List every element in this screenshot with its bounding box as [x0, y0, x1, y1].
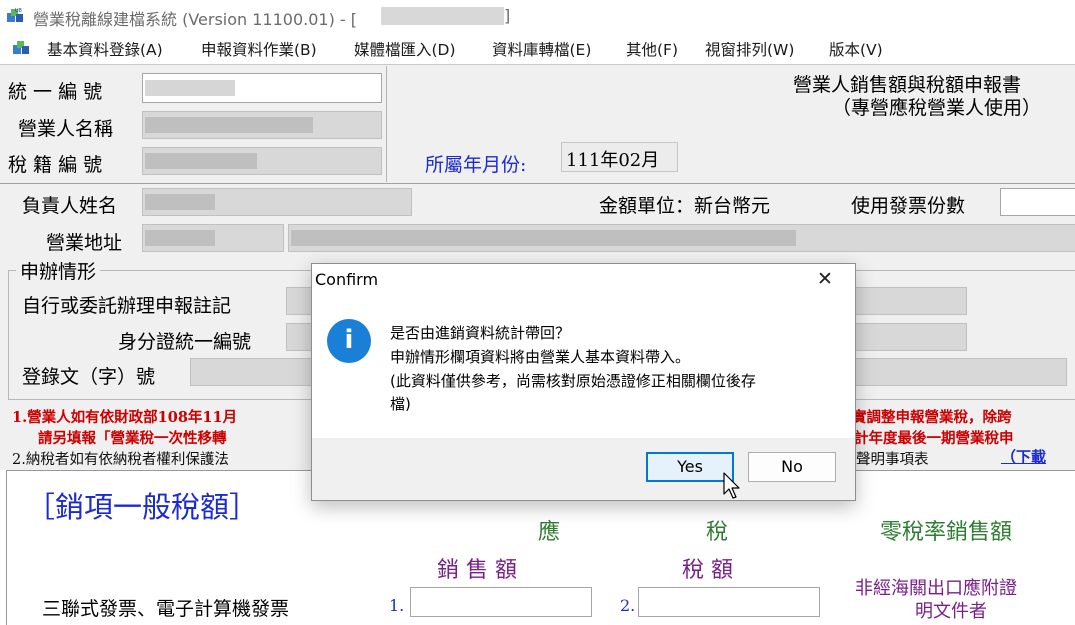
section-title: ［銷項一般稅額］	[26, 490, 259, 524]
menu-other[interactable]: 其他(F)	[626, 38, 678, 60]
redacted-business-name	[145, 117, 313, 133]
zero-rate-note-2: 明文件者	[915, 601, 987, 622]
note1b-right: 計年度最後一期營業稅申	[854, 430, 1014, 447]
tax-reg-no-label: 稅 籍 編 號	[8, 154, 103, 176]
invoice-count-label: 使用發票份數	[851, 195, 966, 217]
tax-amount-field-2[interactable]	[638, 587, 820, 617]
note2-right: 聲明事項表	[856, 452, 929, 468]
tax-id-field[interactable]	[142, 73, 382, 103]
title-bar: U8 營業稅離線建檔系統 (Version 11100.01) - [ ]	[0, 0, 1075, 33]
menu-window-arrange[interactable]: 視窗排列(W)	[705, 38, 794, 60]
confirm-dialog: Confirm ✕ i 是否由進銷資料統計帶回？ 申辦情形欄項資料將由營業人基本…	[311, 263, 856, 501]
tax-reg-no-field[interactable]	[142, 147, 382, 175]
address-zip-field[interactable]	[142, 224, 284, 252]
dialog-title: Confirm	[315, 270, 379, 289]
owner-field[interactable]	[142, 188, 412, 216]
column-zero-rate: 零稅率銷售額	[880, 520, 1013, 545]
period-value: 111年02月	[566, 150, 660, 171]
row-no-2: 2.	[620, 596, 636, 615]
redacted-address	[291, 230, 796, 246]
mouse-cursor-icon	[723, 472, 740, 499]
business-name-label: 營業人名稱	[18, 118, 114, 140]
menu-version[interactable]: 版本(V)	[829, 38, 883, 60]
column-taxable-2: 稅	[706, 520, 729, 545]
svg-text:U8: U8	[15, 8, 22, 14]
redacted-tax-reg-no	[145, 153, 257, 169]
period-field: 111年02月	[561, 142, 678, 172]
redacted-tax-id	[145, 80, 235, 96]
mdi-child-icon	[13, 41, 29, 54]
id-number-label: 身分證統一編號	[118, 331, 252, 353]
yes-button[interactable]: Yes	[646, 452, 734, 482]
header-divider	[386, 66, 387, 182]
menu-basic-data[interactable]: 基本資料登錄(A)	[47, 38, 163, 60]
no-button[interactable]: No	[748, 452, 836, 482]
menu-media-import[interactable]: 媒體檔匯入(D)	[354, 38, 456, 60]
self-or-agent-label: 自行或委託辦理申報註記	[22, 295, 232, 317]
message-line-2: 申辦情形欄項資料將由營業人基本資料帶入。	[390, 348, 691, 366]
address-field[interactable]	[288, 224, 1075, 252]
column-sales: 銷 售 額	[437, 558, 517, 583]
download-link[interactable]: （下載	[1001, 446, 1046, 467]
column-taxable-1: 應	[538, 520, 561, 545]
note1-right: 實調整申報營業稅，除跨	[852, 409, 1012, 426]
redacted-title-segment	[381, 7, 504, 25]
filing-status-legend: 申辦情形	[16, 257, 101, 284]
close-icon[interactable]: ✕	[817, 268, 833, 290]
note1-left: 1.營業人如有依財政部108年11月	[12, 409, 238, 426]
app-icon: U8	[7, 8, 23, 22]
redacted-zip	[145, 230, 215, 246]
reg-doc-label: 登錄文（字）號	[22, 366, 156, 388]
menu-divider	[0, 64, 1075, 65]
note1b-left: 請另填報「營業稅一次性移轉	[38, 430, 227, 447]
message-line-3: (此資料僅供參考，尚需核對原始憑證修正相關欄位後存	[390, 372, 756, 390]
message-line-4: 檔)	[390, 395, 411, 413]
period-label: 所屬年月份:	[425, 154, 527, 176]
business-name-field[interactable]	[142, 111, 382, 139]
menu-filing-operations[interactable]: 申報資料作業(B)	[201, 38, 317, 60]
tax-id-label: 統 一 編 號	[8, 81, 103, 103]
column-tax: 稅 額	[682, 558, 733, 583]
menu-database-convert[interactable]: 資料庫轉檔(E)	[492, 38, 591, 60]
sales-amount-field-1[interactable]	[410, 587, 592, 617]
address-label: 營業地址	[46, 232, 123, 254]
triple-invoice-row-label: 三聯式發票、電子計算機發票	[42, 598, 290, 620]
message-line-1: 是否由進銷資料統計帶回？	[390, 324, 571, 342]
info-icon: i	[327, 319, 371, 363]
note2-left: 2.納稅者如有依納稅者權利保護法	[12, 452, 229, 468]
row-no-1: 1.	[389, 596, 405, 615]
invoice-count-field[interactable]	[1000, 188, 1075, 216]
owner-label: 負責人姓名	[22, 195, 118, 217]
currency-label: 金額單位：新台幣元	[599, 195, 771, 217]
window-title: 營業稅離線建檔系統 (Version 11100.01) - [	[33, 10, 358, 29]
report-subtitle: （專營應稅營業人使用）	[832, 97, 1042, 119]
redacted-owner	[145, 194, 215, 210]
window-title-end: ]	[504, 6, 511, 25]
section-divider	[0, 183, 1075, 184]
